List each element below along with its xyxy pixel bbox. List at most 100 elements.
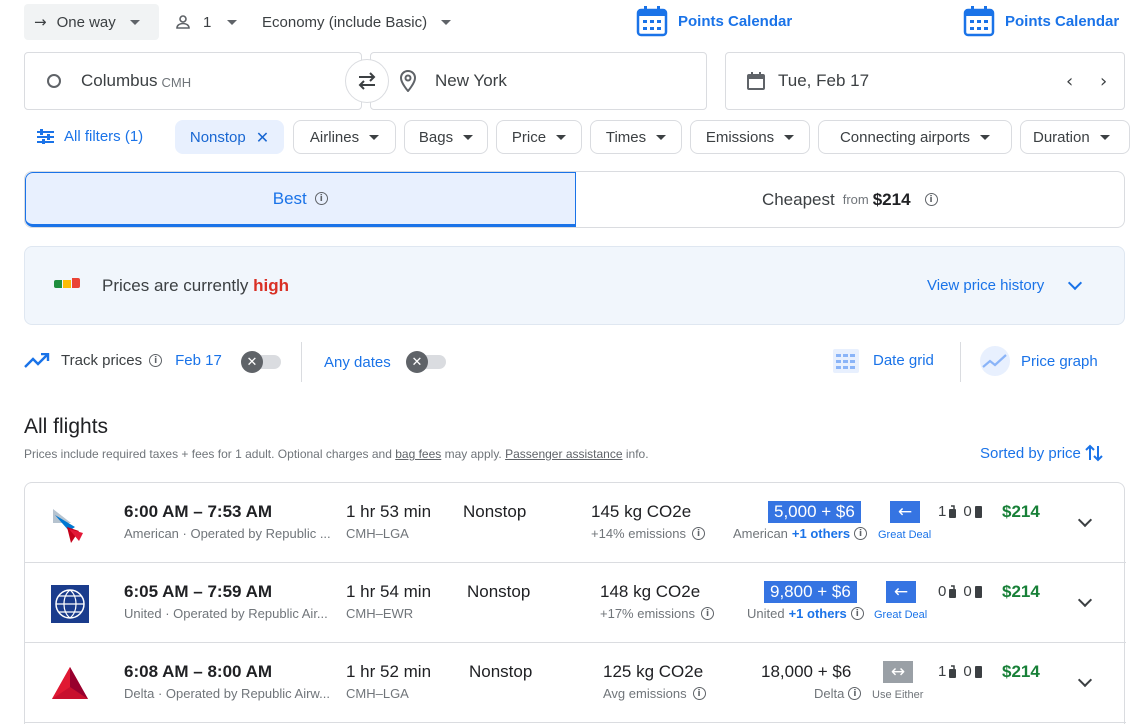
flight-stops: Nonstop [463,502,527,521]
flight-duration: 1 hr 53 min [346,502,432,521]
prev-date-button[interactable]: ‹ [1066,71,1073,92]
chip-label: Nonstop [189,128,246,146]
any-dates-label: Any dates [324,354,391,371]
carry-on-bag-icon [949,665,957,678]
flight-price: $214 [1002,502,1040,521]
flight-stops: Nonstop [469,662,533,681]
others-link[interactable]: +1 others [792,526,850,541]
chip-times[interactable]: Times [590,120,682,154]
flight-co2: 125 kg CO2e [603,662,704,681]
info-icon[interactable]: i [149,354,163,367]
price-note-mid: may apply. [444,447,502,461]
close-icon: ✕ [406,351,428,373]
trip-type-select[interactable]: → One way [24,4,159,40]
info-icon[interactable]: i [924,193,938,206]
points-calendar-button-1[interactable]: Points Calendar [636,4,792,38]
emissions-label: +17% emissions [600,606,696,621]
flight-times: 6:08 AM – 8:00 AM [124,662,273,681]
track-date: Feb 17 [175,352,222,369]
passenger-assistance-link[interactable]: Passenger assistance [505,447,622,461]
flight-row[interactable]: 6:05 AM – 7:59 AM United · Operated by R… [25,563,1126,643]
flight-row[interactable]: 6:00 AM – 7:53 AM American · Operated by… [25,483,1126,563]
points-calendar-button-2[interactable]: Points Calendar [963,4,1119,38]
info-icon[interactable]: i [314,192,328,205]
price-level: high [253,276,290,295]
cabin-select[interactable]: Economy (include Basic) [262,4,452,40]
destination-field[interactable]: New York [370,52,707,110]
chevron-down-icon[interactable] [1077,592,1093,608]
calendar-outline-icon [747,72,765,90]
all-filters-label: All filters (1) [64,128,144,145]
close-icon: ✕ [241,351,263,373]
trending-up-icon [24,352,50,368]
tab-best[interactable]: Best i [25,172,576,227]
bag-allowance: 1 0 [938,663,983,680]
info-icon[interactable]: i [701,607,715,620]
info-icon[interactable]: i [848,687,862,700]
flight-emissions: +17% emissions i [600,606,715,621]
price-note-suffix: info. [625,447,649,461]
price-note: Prices include required taxes + fees for… [24,447,649,461]
chip-duration[interactable]: Duration [1020,120,1130,154]
sort-button[interactable]: Sorted by price [980,443,1103,463]
points-airline-label: American [733,526,788,541]
chip-nonstop[interactable]: Nonstop ✕ [175,120,284,154]
bag-fees-link[interactable]: bag fees [395,447,441,461]
carry-on-count: 0 [938,583,947,600]
close-icon[interactable]: ✕ [256,128,269,147]
origin-circle-icon [47,74,61,88]
flight-duration: 1 hr 52 min [346,662,432,681]
price-graph-button[interactable]: Price graph [978,345,1098,377]
caret-down-icon [1099,134,1110,140]
chip-connecting-airports[interactable]: Connecting airports [818,120,1012,154]
chip-label: Times [605,128,647,146]
united-airlines-logo [51,585,89,623]
chip-bags[interactable]: Bags [404,120,488,154]
carry-on-bag-icon [949,585,957,598]
flight-route: CMH–EWR [346,606,414,621]
checked-bag-icon [974,586,982,598]
chevron-down-icon[interactable] [1077,672,1093,688]
points-price: 9,800 + $6 [764,581,857,603]
arrow-left-icon: ← [886,581,916,603]
deal-label: Use Either [872,689,924,701]
chip-label: Price [511,128,547,146]
info-icon[interactable]: i [692,527,706,540]
date-grid-button[interactable]: Date grid [832,346,934,374]
price-graph-icon [980,346,1010,376]
info-icon[interactable]: i [692,687,706,700]
caret-down-icon [556,134,567,140]
info-icon[interactable]: i [850,607,864,620]
date-grid-label: Date grid [873,351,934,369]
origin-city: Columbus [81,71,158,90]
all-flights-title: All flights [24,415,109,438]
chevron-down-icon [1068,275,1083,290]
next-date-button[interactable]: › [1100,71,1107,92]
flight-row[interactable]: 6:08 AM – 8:00 AM Delta · Operated by Re… [25,643,1126,723]
flight-airline: American · Operated by Republic ... [124,526,331,541]
points-calendar-label: Points Calendar [678,12,793,30]
filter-sliders-icon [37,129,54,144]
any-dates-toggle[interactable]: ✕ [406,351,446,373]
price-note-prefix: Prices include required taxes + fees for… [24,447,392,461]
view-price-history-button[interactable]: View price history [927,275,1083,294]
arrow-right-icon: → [34,13,47,31]
price-insight-label: Prices are currently [102,276,249,295]
chip-airlines[interactable]: Airlines [293,120,396,154]
swap-button[interactable] [345,59,389,103]
info-icon[interactable]: i [854,527,868,540]
origin-field[interactable]: Columbus CMH [24,52,362,110]
tab-cheapest[interactable]: Cheapest from $214 i [576,172,1125,227]
track-date-toggle[interactable]: ✕ [241,351,281,373]
chevron-down-icon[interactable] [1077,512,1093,528]
chip-emissions[interactable]: Emissions [690,120,810,154]
checked-count: 0 [963,583,972,600]
sort-arrows-icon [1085,444,1103,462]
date-field[interactable]: Tue, Feb 17 ‹ › [725,52,1125,110]
all-filters-button[interactable]: All filters (1) [37,128,143,145]
others-link[interactable]: +1 others [789,606,847,621]
chip-price[interactable]: Price [496,120,582,154]
deal-label: Great Deal [874,609,928,621]
checked-count: 0 [963,663,972,680]
passengers-select[interactable]: 1 [175,4,238,40]
